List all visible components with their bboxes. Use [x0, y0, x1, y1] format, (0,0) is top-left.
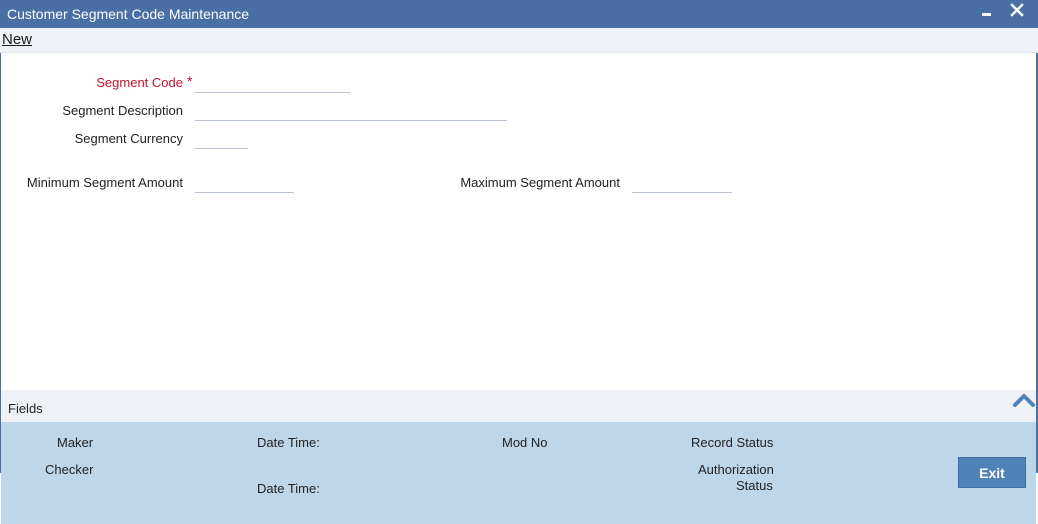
maker-date-time-label: Date Time:	[257, 435, 320, 450]
close-icon[interactable]	[1007, 2, 1027, 22]
segment-description-label: Segment Description	[62, 103, 183, 118]
window-title: Customer Segment Code Maintenance	[7, 6, 250, 22]
segment-description-input[interactable]	[195, 103, 507, 121]
minimum-segment-amount-input[interactable]	[195, 175, 294, 193]
checker-label: Checker	[45, 462, 94, 477]
minimum-segment-amount-label: Minimum Segment Amount	[26, 175, 183, 190]
mod-no-label: Mod No	[502, 435, 548, 450]
authorization-status-label-line2: Status	[736, 478, 773, 493]
new-link[interactable]: New	[2, 31, 32, 48]
maximum-segment-amount-label: Maximum Segment Amount	[460, 175, 620, 190]
maximum-segment-amount-input[interactable]	[632, 175, 732, 193]
segment-currency-label: Segment Currency	[74, 131, 183, 146]
audit-footer: Maker Checker Date Time: Date Time: Mod …	[1, 422, 1036, 524]
checker-date-time-label: Date Time:	[257, 481, 320, 496]
segment-code-label: Segment Code	[96, 75, 183, 90]
fields-bar: Fields	[1, 390, 1036, 422]
toolbar: New	[0, 28, 1038, 53]
fields-label: Fields	[8, 401, 43, 416]
required-marker: *	[187, 73, 193, 89]
window-titlebar: Customer Segment Code Maintenance	[0, 0, 1038, 28]
authorization-status-label-line1: Authorization	[698, 462, 774, 477]
record-status-label: Record Status	[691, 435, 774, 450]
maker-label: Maker	[57, 435, 94, 450]
exit-button[interactable]: Exit	[958, 457, 1026, 488]
segment-currency-input[interactable]	[195, 131, 248, 149]
segment-code-input[interactable]	[195, 75, 350, 93]
minimize-icon[interactable]	[976, 2, 996, 22]
chevron-up-icon[interactable]	[1012, 391, 1036, 412]
